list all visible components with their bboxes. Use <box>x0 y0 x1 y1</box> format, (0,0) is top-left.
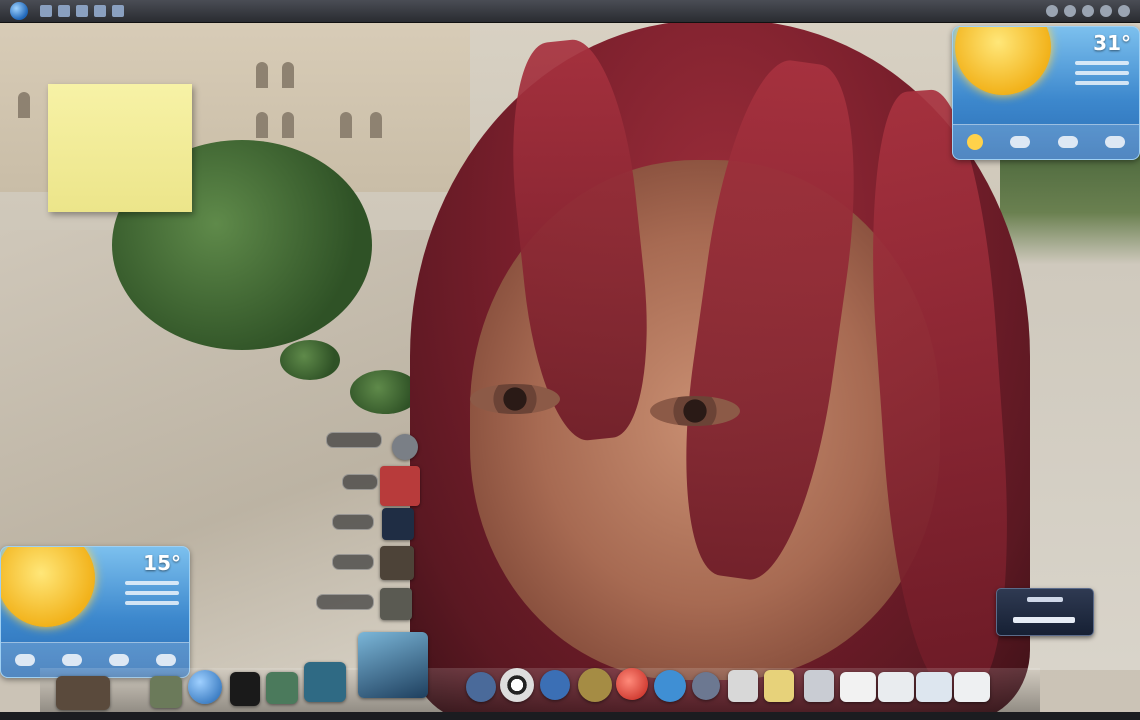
weather-temperature: 15° <box>143 551 181 575</box>
sun-icon <box>1 547 95 627</box>
tray-icon[interactable] <box>1082 5 1094 17</box>
star-icon[interactable] <box>382 508 414 540</box>
wallpaper-window <box>340 112 352 138</box>
window-icon[interactable] <box>840 672 876 702</box>
launcher-item-label[interactable] <box>326 432 382 448</box>
quick-launch-icon[interactable] <box>40 5 52 17</box>
taskbar <box>0 0 1140 23</box>
tray-icon[interactable] <box>1100 5 1112 17</box>
wallpaper-eye-right <box>650 396 740 426</box>
quick-launch-icon[interactable] <box>76 5 88 17</box>
desktop: 31° 15° <box>0 0 1140 720</box>
dock-app-icon[interactable] <box>266 672 298 704</box>
weather-forecast-strip <box>953 124 1139 159</box>
launcher-item-label[interactable] <box>316 594 374 610</box>
folder-icon[interactable] <box>764 670 794 702</box>
quick-launch-icon[interactable] <box>58 5 70 17</box>
launcher-item-label[interactable] <box>342 474 378 490</box>
clock-gadget-label <box>1027 597 1063 602</box>
calendar-icon[interactable] <box>380 466 420 506</box>
clock-gadget[interactable] <box>996 588 1094 636</box>
app-icon[interactable] <box>804 670 834 702</box>
tshirt-icon[interactable] <box>230 672 260 706</box>
app-icon[interactable] <box>466 672 496 702</box>
tray-icon[interactable] <box>1118 5 1130 17</box>
guitar-icon[interactable] <box>578 668 612 702</box>
photo-viewer-icon[interactable] <box>304 662 346 702</box>
wallpaper-window <box>282 62 294 88</box>
forecast-sun-icon <box>966 134 983 150</box>
media-icon[interactable] <box>616 668 648 700</box>
launcher-item-label[interactable] <box>332 554 374 570</box>
globe-icon[interactable] <box>188 670 222 704</box>
forecast-cloud-icon <box>1057 136 1078 148</box>
weather-temperature: 31° <box>1093 31 1131 55</box>
dock-folder-icon[interactable] <box>56 676 110 710</box>
app-icon[interactable] <box>654 670 686 702</box>
monitor-icon[interactable] <box>358 632 428 698</box>
clock-gadget-value <box>1013 617 1075 623</box>
forecast-cloud-icon <box>14 654 35 666</box>
forecast-cloud-icon <box>155 654 176 666</box>
wallpaper-window <box>256 112 268 138</box>
globe-icon[interactable] <box>392 434 418 460</box>
wallpaper-eye-left <box>470 384 560 414</box>
wallpaper-window <box>18 92 30 118</box>
forecast-cloud-icon <box>1010 136 1031 148</box>
soccer-ball-icon[interactable] <box>500 668 534 702</box>
tray-icon[interactable] <box>1046 5 1058 17</box>
weather-details <box>1075 61 1129 91</box>
dock-app-icon[interactable] <box>150 676 182 708</box>
launcher-item-label[interactable] <box>332 514 374 530</box>
system-tray <box>1046 5 1130 17</box>
document-icon[interactable] <box>728 670 758 702</box>
quick-launch-icon[interactable] <box>112 5 124 17</box>
wallpaper-window <box>256 62 268 88</box>
app-icon[interactable] <box>540 670 570 700</box>
photo-icon[interactable] <box>380 588 412 620</box>
bottom-edge <box>0 712 1140 720</box>
window-icon[interactable] <box>954 672 990 702</box>
window-icon[interactable] <box>916 672 952 702</box>
windows-orb-icon[interactable] <box>10 2 28 20</box>
forecast-cloud-icon <box>108 654 129 666</box>
window-icon[interactable] <box>878 672 914 702</box>
settings-icon[interactable] <box>692 672 720 700</box>
wallpaper-bush <box>280 340 340 380</box>
quick-launch-icon[interactable] <box>94 5 106 17</box>
weather-details <box>125 581 179 611</box>
weather-gadget-top[interactable]: 31° <box>952 26 1140 160</box>
wallpaper-window <box>370 112 382 138</box>
quick-launch <box>40 5 124 17</box>
sticky-note-gadget[interactable] <box>48 84 192 212</box>
weather-gadget-bottom[interactable]: 15° <box>0 546 190 678</box>
forecast-cloud-icon <box>61 654 82 666</box>
forecast-cloud-icon <box>1105 136 1126 148</box>
wallpaper-window <box>282 112 294 138</box>
tray-icon[interactable] <box>1064 5 1076 17</box>
photo-icon[interactable] <box>380 546 414 580</box>
sun-icon <box>955 27 1051 95</box>
